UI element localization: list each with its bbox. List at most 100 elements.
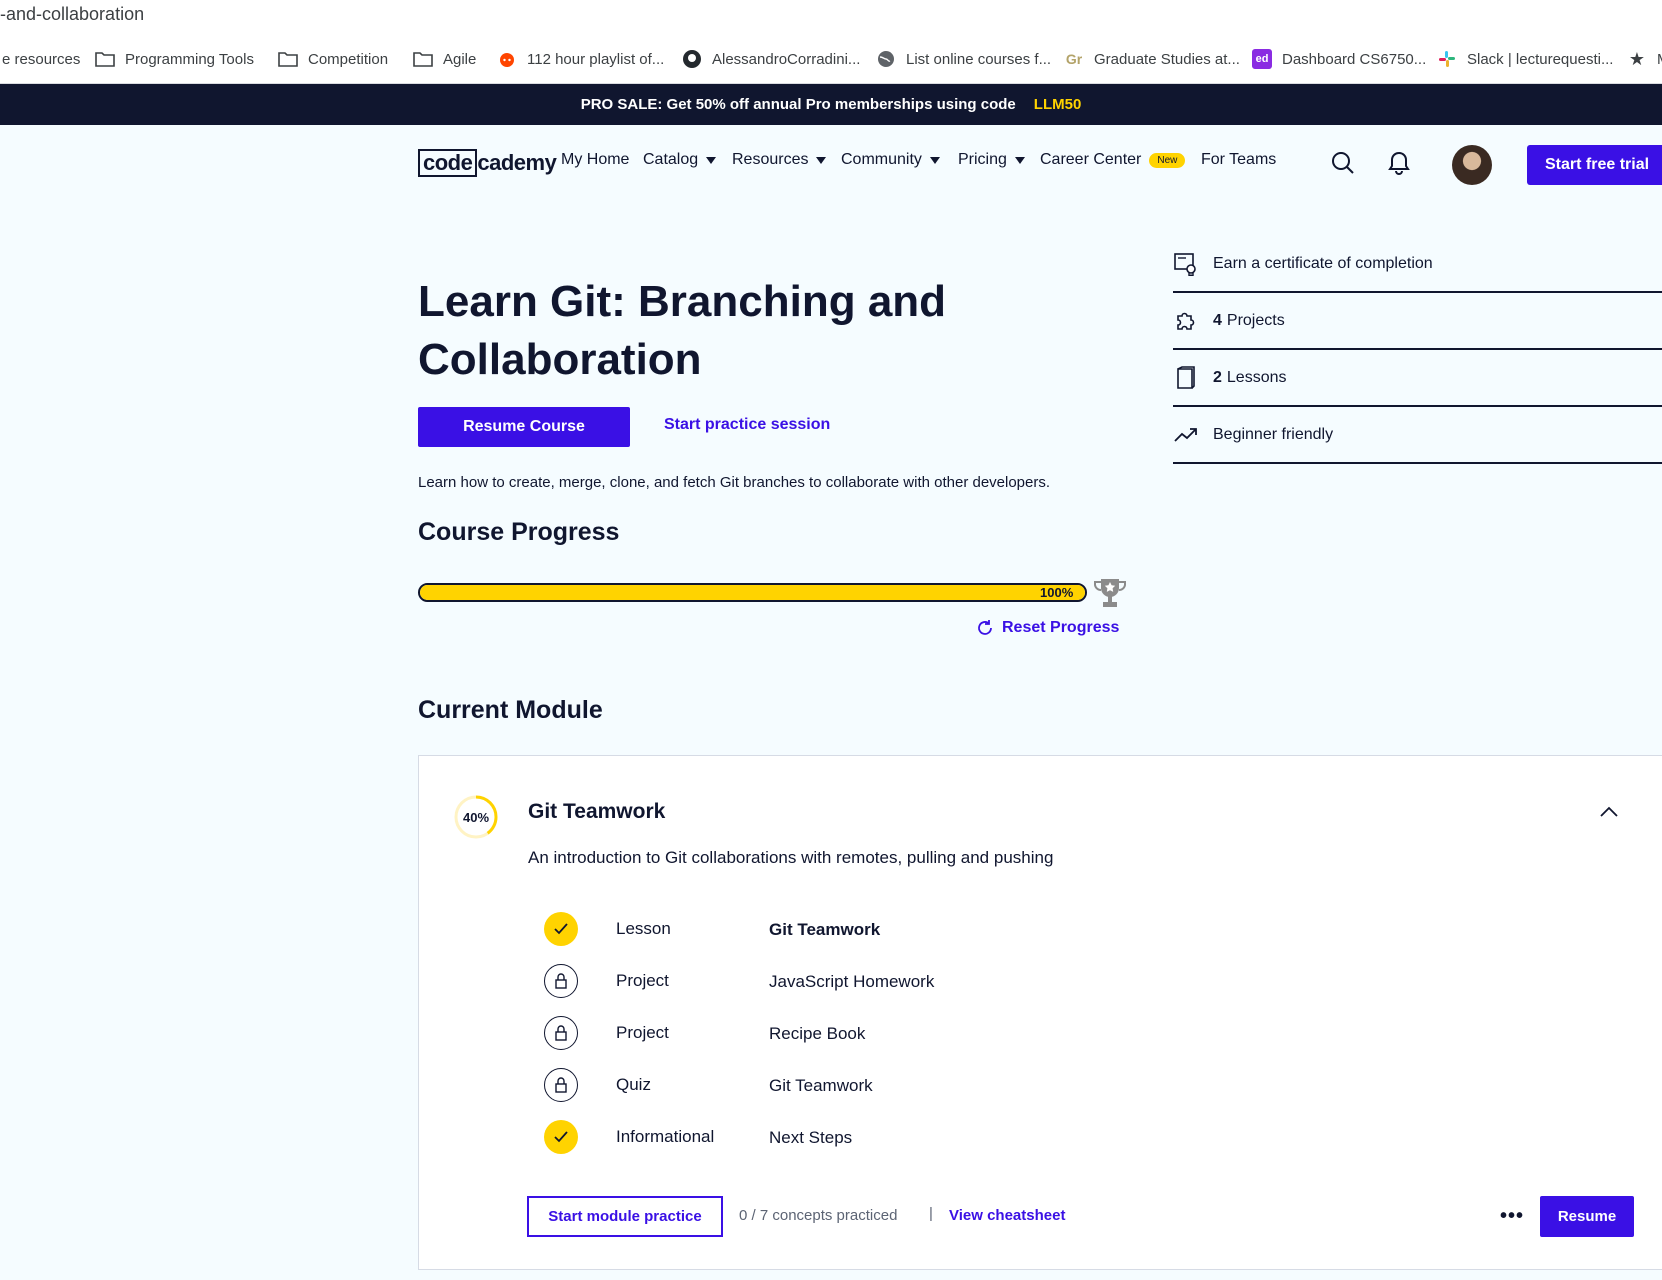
nav-career-center[interactable]: Career Center New	[1040, 151, 1186, 169]
bookmark-label: 112 hour playlist of...	[527, 50, 665, 68]
checkmark-icon	[544, 1120, 578, 1154]
bookmark-graduate-studies[interactable]: Gr Graduate Studies at...	[1064, 34, 1240, 84]
resume-course-button[interactable]: Resume Course	[418, 407, 630, 447]
more-options-icon[interactable]: •••	[1497, 1204, 1527, 1228]
feature-level: Beginner friendly	[1173, 407, 1662, 464]
bookmark-label: Graduate Studies at...	[1094, 50, 1240, 68]
folder-icon	[278, 49, 298, 69]
lock-icon	[544, 964, 578, 998]
nav-pricing[interactable]: Pricing	[958, 151, 1025, 169]
module-item-type: Project	[616, 1023, 669, 1042]
caret-down-icon	[816, 156, 827, 164]
feature-label: Projects	[1226, 311, 1285, 329]
bookmark-label: e resources	[2, 50, 81, 68]
caret-down-icon	[929, 156, 940, 164]
nav-for-teams[interactable]: For Teams	[1201, 151, 1276, 169]
nav-my-home[interactable]: My Home	[561, 151, 629, 169]
bookmark-label: Dashboard CS6750...	[1282, 50, 1427, 68]
module-item[interactable]: Quiz Git Teamwork	[544, 1066, 1244, 1106]
bookmark-playlist[interactable]: 112 hour playlist of...	[497, 34, 664, 84]
feature-lessons: 2 Lessons	[1173, 350, 1662, 407]
book-icon	[1173, 365, 1199, 391]
module-item-type: Quiz	[616, 1075, 651, 1094]
refresh-icon	[978, 620, 992, 635]
reddit-icon	[497, 49, 517, 69]
module-item-name: Recipe Book	[769, 1024, 866, 1043]
puzzle-icon	[1173, 308, 1199, 334]
reset-progress-button[interactable]: Reset Progress	[976, 619, 1119, 637]
nav-resources[interactable]: Resources	[732, 151, 827, 169]
bookmark-label: Programming Tools	[125, 50, 254, 68]
logo-cademy: cademy	[477, 150, 557, 175]
bookmark-label: Slack | lecturequesti...	[1467, 50, 1614, 68]
bookmarks-bar: e resources Programming Tools Competitio…	[0, 34, 1662, 84]
course-title: Learn Git: Branching and Collaboration	[418, 277, 947, 384]
bell-icon[interactable]	[1385, 149, 1413, 177]
module-item[interactable]: Project Recipe Book	[544, 1014, 1244, 1054]
module-title[interactable]: Git Teamwork	[528, 800, 665, 824]
user-avatar[interactable]	[1452, 145, 1492, 185]
bookmark-resources[interactable]: e resources	[2, 34, 80, 84]
separator: |	[929, 1205, 933, 1222]
nav-my-home-label: My Home	[561, 151, 630, 168]
feature-label: Beginner friendly	[1213, 425, 1334, 443]
start-practice-session-link[interactable]: Start practice session	[664, 416, 830, 434]
module-item-type: Informational	[616, 1127, 715, 1146]
search-icon[interactable]	[1329, 149, 1357, 177]
nav-resources-label: Resources	[732, 151, 809, 168]
promo-banner[interactable]: PRO SALE: Get 50% off annual Pro members…	[0, 84, 1662, 125]
bookmark-programming-tools[interactable]: Programming Tools	[95, 34, 254, 84]
nav-community[interactable]: Community	[841, 151, 940, 169]
logo-code: code	[418, 149, 478, 177]
bookmark-label: M	[1657, 51, 1662, 68]
folder-icon	[95, 49, 115, 69]
module-description: An introduction to Git collaborations wi…	[528, 848, 1054, 867]
module-item[interactable]: Informational Next Steps	[544, 1118, 1244, 1158]
bookmark-competition[interactable]: Competition	[278, 34, 388, 84]
bookmark-slack[interactable]: Slack | lecturequesti...	[1437, 34, 1613, 84]
course-progress-label: 100%	[1040, 585, 1074, 600]
course-progress-fill	[420, 585, 1085, 600]
view-cheatsheet-link[interactable]: View cheatsheet	[949, 1207, 1065, 1224]
bookmark-dashboard[interactable]: ed Dashboard CS6750...	[1252, 34, 1426, 84]
module-item[interactable]: Project JavaScript Homework	[544, 962, 1244, 1002]
bookmark-github[interactable]: AlessandroCorradini...	[682, 34, 860, 84]
folder-icon	[413, 49, 433, 69]
caret-down-icon	[706, 156, 717, 164]
concepts-practiced-text: 0 / 7 concepts practiced	[739, 1207, 898, 1224]
course-progress-bar	[418, 583, 1087, 602]
promo-text: PRO SALE: Get 50% off annual Pro members…	[580, 96, 1016, 113]
trending-up-icon	[1173, 422, 1199, 448]
browser-url-bar[interactable]: -and-collaboration	[0, 0, 1662, 34]
bookmark-agile[interactable]: Agile	[413, 34, 476, 84]
nav-catalog[interactable]: Catalog	[643, 151, 717, 169]
new-badge: New	[1149, 152, 1186, 168]
url-text[interactable]: -and-collaboration	[0, 4, 144, 25]
nav-community-label: Community	[841, 151, 922, 168]
nav-pricing-label: Pricing	[958, 151, 1007, 168]
ed-icon: ed	[1252, 49, 1272, 69]
bookmark-online-courses[interactable]: List online courses f...	[876, 34, 1051, 84]
trophy-icon	[1092, 575, 1128, 611]
feature-projects: 4 Projects	[1173, 293, 1662, 350]
feature-count: 2	[1213, 368, 1222, 386]
course-description: Learn how to create, merge, clone, and f…	[418, 474, 1051, 491]
start-module-practice-button[interactable]: Start module practice	[527, 1196, 723, 1237]
chevron-up-icon[interactable]	[1597, 800, 1621, 824]
module-item-name: Git Teamwork	[769, 920, 881, 939]
codecademy-logo[interactable]: code cademy	[418, 148, 557, 178]
feature-label: Lessons	[1226, 368, 1287, 386]
feature-label: Earn a certificate of completion	[1213, 254, 1433, 272]
course-progress-heading: Course Progress	[418, 518, 620, 546]
caret-down-icon	[1014, 156, 1025, 164]
start-free-trial-button[interactable]: Start free trial	[1527, 145, 1662, 185]
nav-catalog-label: Catalog	[643, 151, 699, 168]
star-icon: ★	[1628, 48, 1646, 69]
module-progress-label: 40%	[462, 809, 490, 825]
module-item-name: Git Teamwork	[769, 1076, 873, 1095]
bookmark-label: Competition	[308, 50, 389, 68]
module-item[interactable]: Lesson Git Teamwork	[544, 910, 1244, 950]
bookmark-label: List online courses f...	[906, 50, 1052, 68]
resume-module-button[interactable]: Resume	[1540, 1196, 1634, 1237]
bookmark-starred[interactable]: ★ M	[1627, 34, 1662, 84]
